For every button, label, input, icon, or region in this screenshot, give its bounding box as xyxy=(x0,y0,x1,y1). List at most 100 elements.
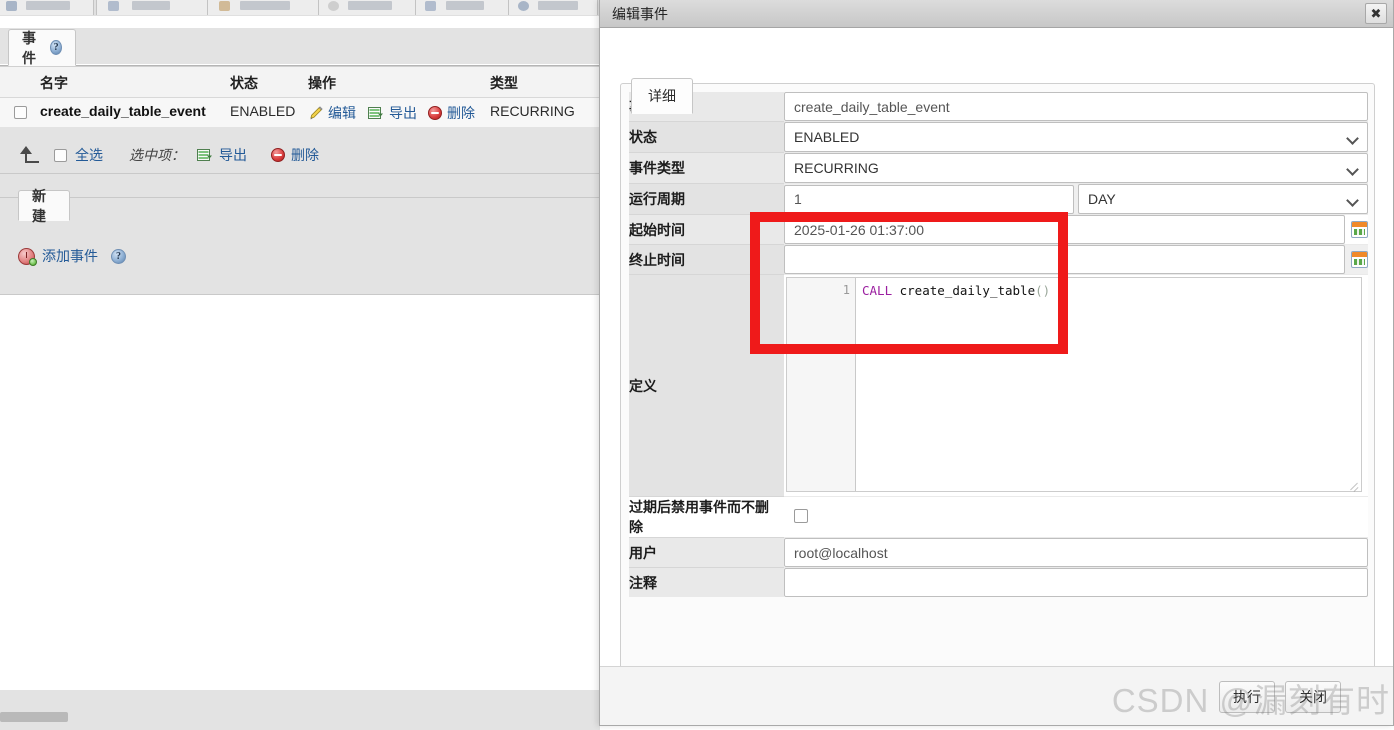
close-icon[interactable]: ✖ xyxy=(1365,3,1387,24)
form-row-preserve: 过期后禁用事件而不删除 xyxy=(629,496,1368,538)
select-arrow-icon[interactable] xyxy=(14,146,40,164)
label-interval: 运行周期 xyxy=(629,183,784,215)
export-table-icon xyxy=(197,148,213,162)
dialog-title: 编辑事件 xyxy=(612,5,668,22)
label-comment: 注释 xyxy=(629,567,784,597)
background-page: 事件 ? 名字 状态 操作 类型 create_daily_table_even… xyxy=(0,0,600,730)
label-end-time: 终止时间 xyxy=(629,244,784,275)
delete-circle-icon xyxy=(271,148,285,162)
form-row-start-time: 起始时间 xyxy=(629,214,1368,245)
form-row-comment: 注释 xyxy=(629,567,1368,597)
action-bar: 全选 选中项： 导出 删除 xyxy=(14,138,319,172)
event-name-input[interactable] xyxy=(784,92,1368,121)
label-definer: 用户 xyxy=(629,537,784,568)
event-type-select-wrapper: RECURRING xyxy=(784,153,1368,183)
editor-left-pad xyxy=(787,278,831,491)
ghost-tab-text xyxy=(240,1,290,10)
start-time-group xyxy=(784,215,1368,244)
cell-action-export[interactable]: 导出 xyxy=(368,103,417,123)
ghost-tab-text xyxy=(26,1,70,10)
interval-unit-select-wrapper: DAY xyxy=(1078,184,1368,214)
ghost-tab-text xyxy=(348,1,392,10)
top-tab-strip[interactable] xyxy=(0,0,600,17)
ghost-tab-icon xyxy=(6,1,17,11)
sql-keyword: CALL xyxy=(862,283,893,298)
interval-unit-select[interactable]: DAY xyxy=(1078,184,1368,214)
help-icon[interactable]: ? xyxy=(111,248,126,264)
column-header-action: 操作 xyxy=(308,75,336,91)
export-table-icon xyxy=(368,106,384,120)
action-delete-label[interactable]: 删除 xyxy=(447,103,475,123)
label-event-type: 事件类型 xyxy=(629,152,784,184)
ghost-tab-text xyxy=(132,1,170,10)
select-all-checkbox[interactable] xyxy=(54,148,67,162)
ghost-tab-text xyxy=(446,1,484,10)
form-row-event-name: 事件名称 xyxy=(629,92,1368,122)
editor-line-numbers: 1 xyxy=(830,278,856,491)
form-row-status: 状态 ENABLED xyxy=(629,121,1368,153)
tab-detail-label: 详细 xyxy=(648,88,676,104)
status-select-wrapper: ENABLED xyxy=(784,122,1368,152)
page-empty-area xyxy=(0,295,600,730)
sql-punctuation: () xyxy=(1035,283,1051,298)
events-table-header: 名字 状态 操作 类型 xyxy=(0,66,600,98)
definition-code-editor[interactable]: 1 CALL create_daily_table() xyxy=(786,277,1362,492)
action-edit-label[interactable]: 编辑 xyxy=(328,103,356,123)
help-icon[interactable]: ? xyxy=(50,40,62,55)
dialog-body: 详细 事件名称 状态 EN xyxy=(600,28,1393,669)
table-row[interactable]: create_daily_table_event ENABLED 编辑 导出 删… xyxy=(0,98,600,129)
column-header-status: 状态 xyxy=(230,75,258,91)
interval-value-input[interactable] xyxy=(784,184,1074,214)
editor-code-line[interactable]: CALL create_daily_table() xyxy=(857,278,1361,491)
label-preserve: 过期后禁用事件而不删除 xyxy=(629,496,784,538)
start-time-input[interactable] xyxy=(784,215,1345,244)
dialog-titlebar: 编辑事件 ✖ xyxy=(600,0,1393,28)
execute-button[interactable]: 执行 xyxy=(1219,681,1275,713)
label-status: 状态 xyxy=(629,121,784,153)
calendar-icon[interactable] xyxy=(1351,221,1368,238)
ghost-tab-icon xyxy=(108,1,119,11)
cell-type: RECURRING xyxy=(490,103,575,119)
label-definition: 定义 xyxy=(629,274,784,497)
cell-action-edit[interactable]: 编辑 xyxy=(308,103,356,123)
checkbox-icon[interactable] xyxy=(14,106,27,119)
add-event-link[interactable]: 添加事件 ? xyxy=(18,246,126,266)
dialog-footer: 执行 关闭 xyxy=(600,666,1393,725)
calendar-icon[interactable] xyxy=(1351,251,1368,268)
events-table: 名字 状态 操作 类型 create_daily_table_event ENA… xyxy=(0,66,600,129)
horizontal-scrollbar[interactable] xyxy=(0,712,68,722)
tab-events[interactable]: 事件 ? xyxy=(8,29,76,66)
ghost-tab-icon xyxy=(518,1,529,11)
resize-handle-icon[interactable] xyxy=(1348,479,1359,490)
detail-panel: 事件名称 状态 ENABLED xyxy=(620,83,1375,669)
event-type-select[interactable]: RECURRING xyxy=(784,153,1368,183)
delete-circle-icon xyxy=(428,106,442,120)
end-time-input[interactable] xyxy=(784,245,1345,274)
close-button[interactable]: 关闭 xyxy=(1285,681,1341,713)
action-export-label[interactable]: 导出 xyxy=(389,103,417,123)
ghost-tab-text xyxy=(538,1,578,10)
new-section-band xyxy=(0,174,600,197)
add-event-label[interactable]: 添加事件 xyxy=(42,246,98,266)
tab-detail[interactable]: 详细 xyxy=(631,78,693,114)
line-number: 1 xyxy=(842,283,850,297)
select-all-label[interactable]: 全选 xyxy=(75,145,103,165)
cell-status: ENABLED xyxy=(230,103,296,119)
definer-input[interactable] xyxy=(784,538,1368,567)
tab-events-label: 事件 xyxy=(22,29,36,66)
row-checkbox[interactable] xyxy=(14,106,27,122)
bulk-export-label[interactable]: 导出 xyxy=(219,145,247,165)
form-row-event-type: 事件类型 RECURRING xyxy=(629,152,1368,184)
comment-input[interactable] xyxy=(784,568,1368,597)
column-header-name: 名字 xyxy=(40,75,68,91)
ghost-tab-icon xyxy=(328,1,339,11)
ghost-tab-icon xyxy=(425,1,436,11)
cell-event-name: create_daily_table_event xyxy=(40,103,206,119)
cell-action-delete[interactable]: 删除 xyxy=(428,103,475,123)
form-row-definer: 用户 xyxy=(629,537,1368,568)
tab-new[interactable]: 新建 xyxy=(18,188,70,224)
status-select[interactable]: ENABLED xyxy=(784,122,1368,152)
preserve-checkbox[interactable] xyxy=(794,508,808,523)
bulk-delete-label[interactable]: 删除 xyxy=(291,145,319,165)
divider xyxy=(0,197,600,198)
